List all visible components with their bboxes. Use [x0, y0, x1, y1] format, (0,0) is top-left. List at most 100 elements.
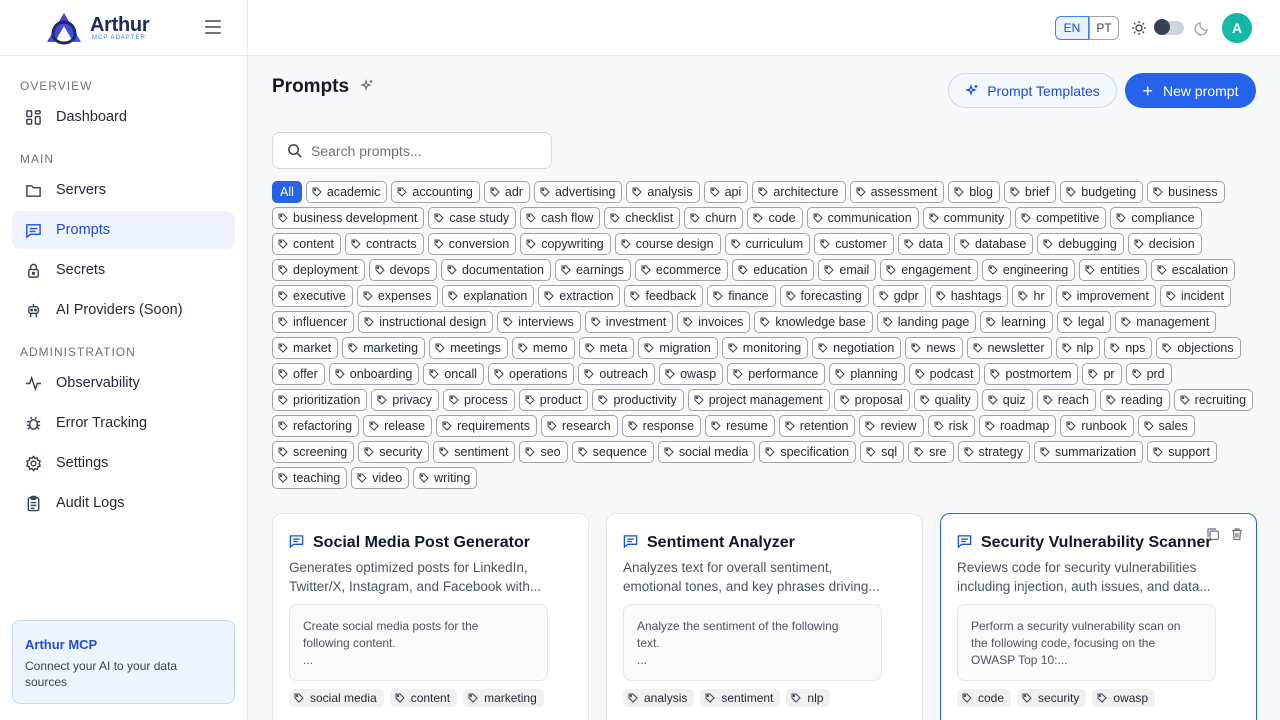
- tag-filter[interactable]: extraction: [538, 285, 621, 307]
- tag-filter[interactable]: feedback: [624, 285, 704, 307]
- tag-filter[interactable]: review: [859, 415, 924, 437]
- tag-filter[interactable]: api: [703, 181, 749, 203]
- sidebar-item-ai-providers[interactable]: AI Providers (Soon): [12, 291, 235, 329]
- tag-filter[interactable]: knowledge base: [754, 311, 873, 333]
- tag-filter[interactable]: ecommerce: [634, 259, 729, 281]
- tag-filter[interactable]: oncall: [423, 363, 485, 385]
- tag-filter[interactable]: reading: [1099, 389, 1170, 411]
- tag-filter[interactable]: email: [818, 259, 877, 281]
- tag-filter[interactable]: sql: [860, 441, 905, 463]
- theme-toggle[interactable]: [1154, 19, 1184, 35]
- tag-filter[interactable]: instructional design: [358, 311, 494, 333]
- tag-filter[interactable]: analysis: [626, 181, 700, 203]
- tag-filter[interactable]: contracts: [345, 233, 424, 255]
- tag-filter[interactable]: summarization: [1033, 441, 1144, 463]
- avatar[interactable]: A: [1222, 13, 1252, 43]
- sidebar-item-servers[interactable]: Servers: [12, 171, 235, 209]
- tag-filter[interactable]: outreach: [578, 363, 656, 385]
- tag-filter[interactable]: adr: [483, 181, 530, 203]
- tag-filter[interactable]: code: [747, 207, 803, 229]
- tag-filter[interactable]: blog: [948, 181, 1000, 203]
- tag-filter[interactable]: privacy: [371, 389, 439, 411]
- sidebar-item-observability[interactable]: Observability: [12, 364, 235, 402]
- tag-filter[interactable]: business: [1147, 181, 1225, 203]
- tag-filter[interactable]: news: [905, 337, 963, 359]
- tag-filter[interactable]: influencer: [272, 311, 355, 333]
- tag-filter[interactable]: brief: [1003, 181, 1057, 203]
- sidebar-item-secrets[interactable]: Secrets: [12, 251, 235, 289]
- tag-filter[interactable]: nlp: [1055, 337, 1101, 359]
- tag-filter[interactable]: productivity: [592, 389, 684, 411]
- tag-filter[interactable]: reach: [1036, 389, 1096, 411]
- tag-filter[interactable]: entities: [1079, 259, 1147, 281]
- tag-filter[interactable]: community: [922, 207, 1012, 229]
- tag-filter[interactable]: podcast: [908, 363, 981, 385]
- tag-filter[interactable]: quiz: [981, 389, 1033, 411]
- tag-filter[interactable]: video: [351, 467, 410, 489]
- tag-filter[interactable]: process: [442, 389, 515, 411]
- tag-filter[interactable]: planning: [829, 363, 905, 385]
- tag-filter[interactable]: quality: [913, 389, 978, 411]
- tag-filter[interactable]: negotiation: [812, 337, 902, 359]
- tag-filter[interactable]: documentation: [440, 259, 551, 281]
- tag-filter[interactable]: requirements: [436, 415, 538, 437]
- tag-filter[interactable]: landing page: [876, 311, 977, 333]
- tag-filter[interactable]: learning: [980, 311, 1053, 333]
- tag-filter[interactable]: course design: [614, 233, 721, 255]
- menu-toggle-icon[interactable]: [205, 20, 221, 34]
- tag-filter[interactable]: compliance: [1110, 207, 1202, 229]
- tag-filter[interactable]: meta: [578, 337, 635, 359]
- tag-filter[interactable]: recruiting: [1173, 389, 1254, 411]
- search-input[interactable]: [311, 142, 541, 159]
- tag-filter[interactable]: expenses: [356, 285, 439, 307]
- tag-filter[interactable]: content: [272, 233, 342, 255]
- tag-filter[interactable]: cash flow: [520, 207, 601, 229]
- tag-filter[interactable]: education: [732, 259, 815, 281]
- tag-filter[interactable]: sentiment: [433, 441, 516, 463]
- tag-filter[interactable]: memo: [511, 337, 575, 359]
- tag-filter[interactable]: business development: [272, 207, 425, 229]
- tag-filter[interactable]: migration: [638, 337, 718, 359]
- tag-filter[interactable]: operations: [488, 363, 575, 385]
- tag-filter[interactable]: gdpr: [872, 285, 926, 307]
- tag-filter[interactable]: objections: [1156, 337, 1241, 359]
- copy-icon[interactable]: [1206, 527, 1220, 541]
- tag-filter[interactable]: explanation: [442, 285, 535, 307]
- sidebar-item-prompts[interactable]: Prompts: [12, 211, 235, 249]
- tag-filter[interactable]: engagement: [880, 259, 978, 281]
- tag-filter[interactable]: security: [358, 441, 430, 463]
- tag-filter[interactable]: hashtags: [929, 285, 1009, 307]
- tag-filter[interactable]: academic: [305, 181, 388, 203]
- tag-filter[interactable]: project management: [687, 389, 830, 411]
- tag-filter[interactable]: escalation: [1150, 259, 1236, 281]
- tag-filter[interactable]: prioritization: [272, 389, 368, 411]
- tag-filter[interactable]: support: [1147, 441, 1217, 463]
- trash-icon[interactable]: [1230, 527, 1244, 541]
- tag-filter[interactable]: customer: [814, 233, 894, 255]
- tag-filter[interactable]: finance: [707, 285, 776, 307]
- tag-filter[interactable]: assessment: [849, 181, 945, 203]
- tag-filter[interactable]: offer: [272, 363, 325, 385]
- tag-filter[interactable]: investment: [584, 311, 674, 333]
- tag-filter[interactable]: research: [541, 415, 618, 437]
- tag-filter[interactable]: deployment: [272, 259, 365, 281]
- tag-filter[interactable]: budgeting: [1060, 181, 1144, 203]
- tag-filter[interactable]: response: [621, 415, 702, 437]
- tag-filter[interactable]: management: [1115, 311, 1217, 333]
- tag-filter[interactable]: communication: [806, 207, 919, 229]
- tag-filter[interactable]: devops: [368, 259, 437, 281]
- tag-filter[interactable]: incident: [1159, 285, 1231, 307]
- tag-filter[interactable]: copywriting: [520, 233, 611, 255]
- prompt-templates-button[interactable]: Prompt Templates: [948, 73, 1117, 108]
- tag-filter[interactable]: risk: [927, 415, 976, 437]
- tag-filter[interactable]: writing: [413, 467, 478, 489]
- tag-filter[interactable]: meetings: [429, 337, 508, 359]
- tag-filter[interactable]: database: [953, 233, 1034, 255]
- tag-filter[interactable]: executive: [272, 285, 353, 307]
- tag-filter[interactable]: seo: [519, 441, 568, 463]
- tag-filter[interactable]: teaching: [272, 467, 348, 489]
- tag-filter[interactable]: refactoring: [272, 415, 360, 437]
- sidebar-item-dashboard[interactable]: Dashboard: [12, 98, 235, 136]
- tag-filter[interactable]: improvement: [1055, 285, 1156, 307]
- tag-filter[interactable]: nps: [1104, 337, 1153, 359]
